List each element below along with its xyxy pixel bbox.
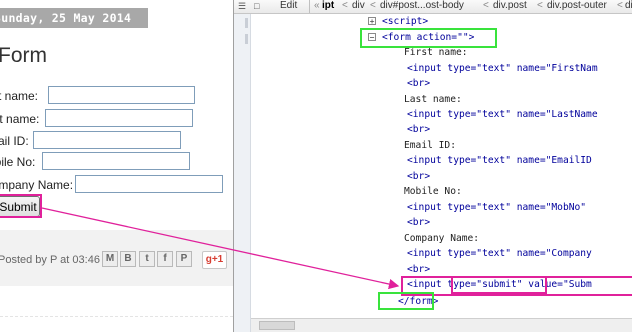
expand-toggle-icon[interactable]: + (368, 17, 376, 26)
input-node[interactable]: <input type="text" name="FirstNam (407, 61, 598, 76)
input-node[interactable]: <input type="text" name="EmailID (407, 153, 592, 168)
email-icon[interactable]: M (102, 251, 118, 267)
text-node[interactable]: Mobile No: (404, 184, 462, 199)
mobile-input[interactable] (42, 152, 190, 170)
input-node[interactable]: <input type="text" name="Company (407, 246, 592, 261)
post-title: Form (0, 44, 47, 67)
gplus-button[interactable]: g+1 (202, 251, 227, 269)
breadcrumb-item[interactable]: div.post-outer (547, 0, 607, 11)
date-header: Sunday, 25 May 2014 (0, 8, 148, 28)
scrollbar-thumb[interactable] (259, 321, 295, 330)
panel-icon[interactable]: □ (254, 1, 266, 11)
breadcrumb-item[interactable]: div (625, 0, 632, 11)
br-node[interactable]: <br> (407, 76, 430, 91)
form-close-node[interactable]: </form> (398, 294, 438, 309)
twitter-icon[interactable]: t (139, 251, 155, 267)
blog-this-icon[interactable]: B (120, 251, 136, 267)
breadcrumb-item[interactable]: div (352, 0, 365, 11)
last-name-input[interactable] (45, 109, 193, 127)
date-text: Sunday, 25 May 2014 (0, 11, 132, 25)
html-tree: + <script> − <form action=""> First name… (251, 14, 632, 318)
email-input[interactable] (33, 131, 181, 149)
devtools-pane: ☰ □ Edit « ipt < div < div#post...ost-bo… (233, 0, 632, 332)
edit-button[interactable]: Edit (280, 0, 297, 11)
text-node[interactable]: Last name: (404, 92, 462, 107)
company-label: Company Name: (0, 178, 74, 192)
posted-by-text: Posted by P at (0, 254, 73, 266)
gutter-marker (245, 34, 248, 44)
breadcrumb-separator: < (370, 0, 376, 11)
breadcrumb-separator: < (483, 0, 489, 11)
br-node[interactable]: <br> (407, 262, 430, 277)
devtools-breadcrumb-bar: ☰ □ Edit « ipt < div < div#post...ost-bo… (234, 0, 632, 14)
input-node[interactable]: <input type="text" name="MobNo" (407, 200, 586, 215)
last-name-label: Last name: (0, 112, 40, 126)
br-node[interactable]: <br> (407, 215, 430, 230)
blog-post-pane: Sunday, 25 May 2014 Form First name: Las… (0, 0, 233, 332)
gutter-marker (245, 18, 248, 28)
submit-button[interactable]: Submit (0, 196, 40, 217)
toolbar-separator (309, 0, 310, 13)
text-node[interactable]: Company Name: (404, 231, 479, 246)
facebook-icon[interactable]: f (157, 251, 173, 267)
breadcrumb-item[interactable]: div#post...ost-body (380, 0, 464, 11)
breadcrumb-separator: « (314, 0, 320, 11)
text-node[interactable]: First name: (404, 45, 468, 60)
first-name-label: First name: (0, 89, 39, 103)
horizontal-scrollbar[interactable] (251, 318, 632, 332)
post-byline: Posted by P at 03:46 (0, 254, 100, 266)
br-node[interactable]: <br> (407, 169, 430, 184)
inspect-icon[interactable]: ☰ (238, 1, 250, 11)
br-node[interactable]: <br> (407, 122, 430, 137)
company-input[interactable] (75, 175, 223, 193)
pinterest-icon[interactable]: P (176, 251, 192, 267)
script-node[interactable]: <script> (382, 14, 428, 29)
breadcrumb-separator: < (617, 0, 623, 11)
divider (0, 316, 233, 317)
breadcrumb-item[interactable]: div.post (493, 0, 527, 11)
post-timestamp-link[interactable]: 03:46 (72, 254, 100, 266)
breadcrumb-item[interactable]: ipt (322, 0, 334, 11)
form-open-node[interactable]: <form action=""> (382, 30, 474, 45)
first-name-input[interactable] (48, 86, 195, 104)
breadcrumb-separator: < (537, 0, 543, 11)
mobile-label: Mobile No: (0, 155, 36, 169)
collapse-toggle-icon[interactable]: − (368, 33, 376, 42)
line-gutter (234, 14, 251, 332)
email-label: Email ID: (0, 134, 29, 148)
submit-input-node[interactable]: <input type="submit" value="Subm (407, 277, 592, 292)
input-node[interactable]: <input type="text" name="LastName (407, 107, 598, 122)
text-node[interactable]: Email ID: (404, 138, 456, 153)
breadcrumb-separator: < (342, 0, 348, 11)
